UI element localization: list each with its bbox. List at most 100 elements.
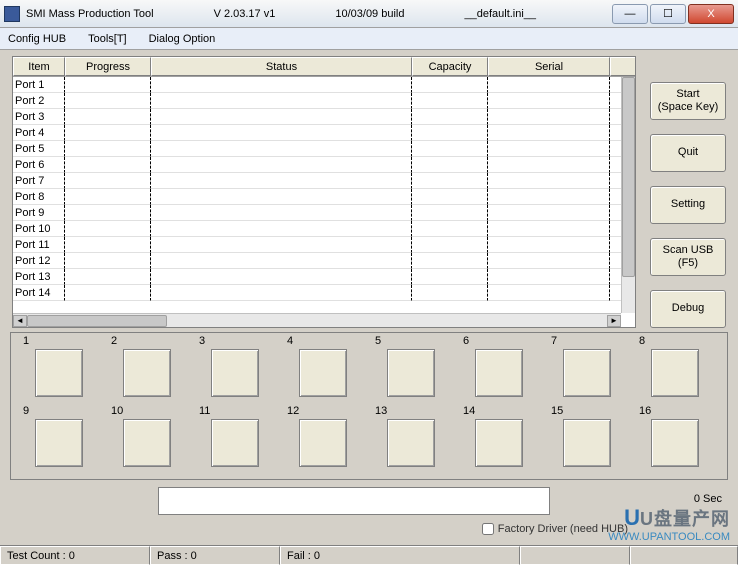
slot-button[interactable] bbox=[563, 349, 611, 397]
col-item[interactable]: Item bbox=[13, 57, 65, 76]
factory-driver-checkbox[interactable] bbox=[482, 523, 494, 535]
slot-button[interactable] bbox=[387, 349, 435, 397]
scroll-right-icon[interactable]: ► bbox=[607, 315, 621, 327]
slot-button[interactable] bbox=[211, 419, 259, 467]
slot-button[interactable] bbox=[211, 349, 259, 397]
table-row[interactable]: Port 9 bbox=[13, 205, 621, 221]
col-serial[interactable]: Serial bbox=[488, 57, 610, 76]
status-test-count: Test Count : 0 bbox=[0, 546, 150, 565]
cell-item: Port 14 bbox=[13, 285, 65, 301]
cell-stat bbox=[151, 189, 412, 205]
cell-stat bbox=[151, 253, 412, 269]
table-row[interactable]: Port 6 bbox=[13, 157, 621, 173]
app-config: __default.ini__ bbox=[464, 8, 536, 20]
quit-button[interactable]: Quit bbox=[650, 134, 726, 172]
slot-button[interactable] bbox=[123, 349, 171, 397]
slot-button[interactable] bbox=[563, 419, 611, 467]
slot-5: 5 bbox=[369, 337, 457, 401]
scroll-left-icon[interactable]: ◄ bbox=[13, 315, 27, 327]
table-row[interactable]: Port 13 bbox=[13, 269, 621, 285]
col-capacity[interactable]: Capacity bbox=[412, 57, 488, 76]
table-row[interactable]: Port 10 bbox=[13, 221, 621, 237]
table-row[interactable]: Port 7 bbox=[13, 173, 621, 189]
table-row[interactable]: Port 5 bbox=[13, 141, 621, 157]
col-progress[interactable]: Progress bbox=[65, 57, 151, 76]
port-table: Item Progress Status Capacity Serial Por… bbox=[12, 56, 636, 328]
debug-button[interactable]: Debug bbox=[650, 290, 726, 328]
menu-dialog-option[interactable]: Dialog Option bbox=[145, 31, 220, 47]
app-build: 10/03/09 build bbox=[335, 8, 404, 20]
side-buttons: Start (Space Key) Quit Setting Scan USB … bbox=[650, 82, 726, 328]
cell-prog bbox=[65, 173, 151, 189]
cell-prog bbox=[65, 285, 151, 301]
col-status[interactable]: Status bbox=[151, 57, 412, 76]
table-row[interactable]: Port 2 bbox=[13, 93, 621, 109]
cell-stat bbox=[151, 205, 412, 221]
factory-driver-row: Factory Driver (need HUB) bbox=[482, 523, 628, 535]
cell-prog bbox=[65, 237, 151, 253]
cell-ser bbox=[488, 109, 610, 125]
close-button[interactable]: X bbox=[688, 4, 734, 24]
cell-ser bbox=[488, 77, 610, 93]
table-row[interactable]: Port 11 bbox=[13, 237, 621, 253]
menu-tools[interactable]: Tools[T] bbox=[84, 31, 131, 47]
cell-stat bbox=[151, 125, 412, 141]
status-empty-2 bbox=[630, 546, 738, 565]
minimize-button[interactable]: — bbox=[612, 4, 648, 24]
cell-prog bbox=[65, 221, 151, 237]
vertical-scrollbar[interactable] bbox=[621, 77, 635, 313]
horizontal-scrollbar[interactable]: ◄ ► bbox=[13, 313, 621, 327]
cell-stat bbox=[151, 173, 412, 189]
bottom-bar: 0 Sec Factory Driver (need HUB) bbox=[10, 485, 728, 529]
cell-prog bbox=[65, 125, 151, 141]
table-row[interactable]: Port 4 bbox=[13, 125, 621, 141]
slot-number: 12 bbox=[287, 405, 299, 417]
slot-button[interactable] bbox=[35, 419, 83, 467]
cell-last bbox=[610, 189, 621, 205]
start-button[interactable]: Start (Space Key) bbox=[650, 82, 726, 120]
menu-config-hub[interactable]: Config HUB bbox=[4, 31, 70, 47]
scroll-thumb[interactable] bbox=[622, 77, 635, 277]
slot-button[interactable] bbox=[651, 419, 699, 467]
slot-number: 6 bbox=[463, 335, 469, 347]
cell-ser bbox=[488, 285, 610, 301]
slot-6: 6 bbox=[457, 337, 545, 401]
maximize-button[interactable]: ☐ bbox=[650, 4, 686, 24]
cell-ser bbox=[488, 205, 610, 221]
table-row[interactable]: Port 14 bbox=[13, 285, 621, 301]
slot-number: 14 bbox=[463, 405, 475, 417]
table-row[interactable]: Port 1 bbox=[13, 77, 621, 93]
slot-number: 3 bbox=[199, 335, 205, 347]
slot-button[interactable] bbox=[299, 349, 347, 397]
scan-usb-button[interactable]: Scan USB (F5) bbox=[650, 238, 726, 276]
slot-1: 1 bbox=[17, 337, 105, 401]
slot-number: 2 bbox=[111, 335, 117, 347]
cell-last bbox=[610, 141, 621, 157]
slot-2: 2 bbox=[105, 337, 193, 401]
slot-button[interactable] bbox=[475, 349, 523, 397]
cell-item: Port 7 bbox=[13, 173, 65, 189]
table-header: Item Progress Status Capacity Serial bbox=[13, 57, 635, 77]
slot-button[interactable] bbox=[299, 419, 347, 467]
slot-button[interactable] bbox=[651, 349, 699, 397]
cell-last bbox=[610, 157, 621, 173]
table-row[interactable]: Port 12 bbox=[13, 253, 621, 269]
setting-button[interactable]: Setting bbox=[650, 186, 726, 224]
cell-cap bbox=[412, 109, 488, 125]
scan-label-2: (F5) bbox=[678, 257, 698, 270]
cell-ser bbox=[488, 253, 610, 269]
table-row[interactable]: Port 3 bbox=[13, 109, 621, 125]
cell-cap bbox=[412, 141, 488, 157]
scroll-thumb[interactable] bbox=[27, 315, 167, 327]
slot-3: 3 bbox=[193, 337, 281, 401]
slot-button[interactable] bbox=[475, 419, 523, 467]
cell-last bbox=[610, 237, 621, 253]
cell-item: Port 3 bbox=[13, 109, 65, 125]
factory-driver-label: Factory Driver (need HUB) bbox=[498, 523, 628, 535]
slot-button[interactable] bbox=[123, 419, 171, 467]
cell-last bbox=[610, 109, 621, 125]
cell-prog bbox=[65, 77, 151, 93]
table-row[interactable]: Port 8 bbox=[13, 189, 621, 205]
slot-button[interactable] bbox=[35, 349, 83, 397]
slot-button[interactable] bbox=[387, 419, 435, 467]
